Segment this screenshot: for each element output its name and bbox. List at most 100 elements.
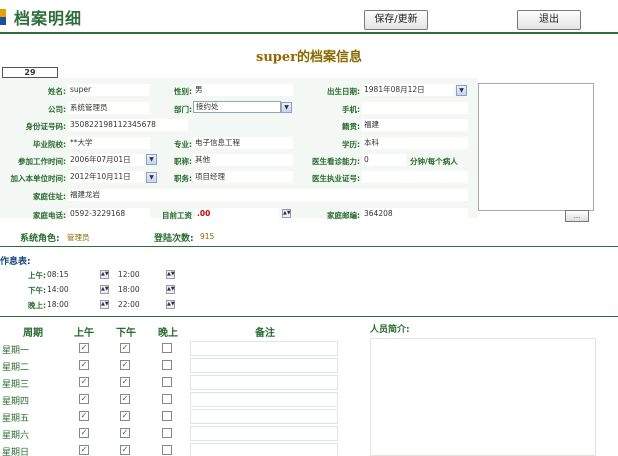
dept-dropdown-icon[interactable]: ▼ — [281, 102, 292, 113]
day-label: 星期一 — [2, 346, 30, 356]
am-checkbox[interactable]: ✓ — [79, 394, 89, 404]
schedule-am-end[interactable]: 12:00 — [118, 270, 140, 279]
birth-label: 出生日期: — [327, 87, 360, 96]
photo-frame — [478, 83, 594, 211]
note-field[interactable] — [190, 375, 338, 390]
gender-label: 性别: — [174, 87, 192, 96]
gender-field[interactable]: 男 — [193, 84, 293, 96]
school-label: 毕业院校: — [33, 140, 66, 149]
major-field[interactable]: 电子信息工程 — [193, 137, 293, 149]
profile-heading: super的档案信息 — [0, 46, 618, 65]
eve-checkbox[interactable] — [162, 360, 172, 370]
dept-label: 部门: — [174, 105, 192, 114]
mobile-label: 手机: — [342, 105, 360, 114]
position-label: 职务: — [174, 174, 192, 183]
am-checkbox[interactable]: ✓ — [79, 428, 89, 438]
eve-checkbox[interactable] — [162, 394, 172, 404]
native-label: 籍贯: — [342, 122, 360, 131]
note-field[interactable] — [190, 341, 338, 356]
edu-label: 学历: — [342, 140, 360, 149]
login-label: 登陆次数: — [154, 234, 194, 244]
spinner-icon[interactable]: ▲▼ — [100, 285, 109, 294]
note-field[interactable] — [190, 358, 338, 373]
note-field[interactable] — [190, 409, 338, 424]
am-checkbox[interactable]: ✓ — [79, 377, 89, 387]
spinner-icon[interactable]: ▲▼ — [166, 270, 175, 279]
pm-checkbox[interactable]: ✓ — [120, 428, 130, 438]
record-id-field[interactable]: 29 — [2, 67, 58, 78]
schedule-eve-end[interactable]: 22:00 — [118, 300, 140, 309]
title-marker-icon — [0, 9, 6, 25]
phone-label: 家庭电话: — [33, 211, 66, 220]
join-field[interactable]: 2012年10月11日 — [68, 171, 144, 183]
title-label: 职称: — [174, 157, 192, 166]
address-field[interactable]: 福建龙岩 — [68, 189, 468, 201]
divider — [0, 316, 618, 317]
eve-checkbox[interactable] — [162, 377, 172, 387]
page-title: 档案明细 — [14, 9, 83, 28]
pm-checkbox[interactable]: ✓ — [120, 360, 130, 370]
capacity-field[interactable]: 0 — [362, 154, 406, 166]
am-checkbox[interactable]: ✓ — [79, 343, 89, 353]
birth-field[interactable]: 1981年08月12日 — [362, 84, 454, 96]
spinner-icon[interactable]: ▲▼ — [100, 270, 109, 279]
schedule-pm-end[interactable]: 18:00 — [118, 285, 140, 294]
spinner-icon[interactable]: ▲▼ — [100, 300, 109, 309]
col-header-pm: 下午 — [116, 328, 136, 339]
pm-checkbox[interactable]: ✓ — [120, 394, 130, 404]
am-checkbox[interactable]: ✓ — [79, 445, 89, 455]
license-field[interactable] — [362, 171, 468, 183]
postcode-field[interactable]: 364208 — [362, 208, 468, 220]
save-button[interactable]: 保存/更新 — [364, 10, 428, 30]
name-field[interactable]: super — [68, 84, 150, 96]
photo-browse-button[interactable]: ... — [565, 210, 589, 222]
day-label: 星期四 — [2, 397, 30, 407]
native-field[interactable]: 福建 — [362, 119, 468, 131]
address-label: 家庭住址: — [33, 192, 66, 201]
schedule-eve-start[interactable]: 18:00 — [47, 300, 69, 309]
day-label: 星期三 — [2, 380, 30, 390]
note-field[interactable] — [190, 443, 338, 456]
schedule-am-start[interactable]: 08:15 — [47, 270, 69, 279]
intro-textarea[interactable] — [370, 338, 596, 456]
postcode-label: 家庭邮编: — [327, 211, 360, 220]
salary-label: 目前工资 — [162, 211, 192, 220]
position-field[interactable]: 项目经理 — [193, 171, 293, 183]
pm-checkbox[interactable]: ✓ — [120, 411, 130, 421]
title-field[interactable]: 其他 — [193, 154, 293, 166]
pm-checkbox[interactable]: ✓ — [120, 343, 130, 353]
day-label: 星期二 — [2, 363, 30, 373]
pm-checkbox[interactable]: ✓ — [120, 377, 130, 387]
workstart-field[interactable]: 2006年07月01日 — [68, 154, 144, 166]
salary-field[interactable]: .00 — [195, 208, 279, 220]
spinner-icon[interactable]: ▲▼ — [166, 300, 175, 309]
name-label: 姓名: — [48, 87, 66, 96]
company-field[interactable]: 系统管理员 — [68, 102, 150, 114]
eve-checkbox[interactable] — [162, 428, 172, 438]
divider — [0, 246, 618, 247]
join-dropdown-icon[interactable]: ▼ — [146, 172, 157, 183]
eve-checkbox[interactable] — [162, 411, 172, 421]
salary-spinner-icon[interactable]: ▲▼ — [282, 209, 291, 218]
schedule-pm-start[interactable]: 14:00 — [47, 285, 69, 294]
major-label: 专业: — [174, 140, 192, 149]
spinner-icon[interactable]: ▲▼ — [166, 285, 175, 294]
am-checkbox[interactable]: ✓ — [79, 360, 89, 370]
workstart-label: 参加工作时间: — [18, 157, 66, 166]
eve-checkbox[interactable] — [162, 445, 172, 455]
eve-checkbox[interactable] — [162, 343, 172, 353]
note-field[interactable] — [190, 426, 338, 441]
workstart-dropdown-icon[interactable]: ▼ — [146, 154, 157, 165]
school-field[interactable]: **大学 — [68, 137, 150, 149]
edu-field[interactable]: 本科 — [362, 137, 468, 149]
pm-checkbox[interactable]: ✓ — [120, 445, 130, 455]
mobile-field[interactable] — [362, 102, 468, 114]
dept-select[interactable]: 接约处 — [193, 101, 281, 113]
phone-field[interactable]: 0592-3229168 — [68, 208, 150, 220]
birth-dropdown-icon[interactable]: ▼ — [456, 85, 467, 96]
note-field[interactable] — [190, 392, 338, 407]
idcard-field[interactable]: 350822198112345678 — [68, 119, 188, 131]
am-checkbox[interactable]: ✓ — [79, 411, 89, 421]
exit-button[interactable]: 退出 — [517, 10, 581, 30]
day-label: 星期六 — [2, 431, 30, 441]
